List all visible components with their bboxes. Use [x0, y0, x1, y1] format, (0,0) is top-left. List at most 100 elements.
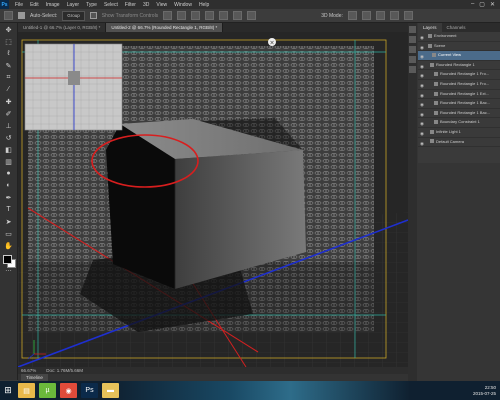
scene-layer-row[interactable]: ◉ Boundary Constraint 1 — [418, 118, 500, 128]
scene-layer-row[interactable]: ◉ Environment — [418, 32, 500, 42]
tab-channels[interactable]: Channels — [442, 23, 471, 32]
scene-layer-label: Infinite Light 1 — [436, 128, 461, 134]
scene-layer-row[interactable]: ◉ Default Camera — [418, 138, 500, 148]
collapsed-panels — [408, 23, 417, 381]
scene-layer-label: Default Camera — [436, 138, 465, 144]
utorrent-icon[interactable]: µ — [39, 383, 56, 398]
scene-layer-row[interactable]: ◉ Rounded Rectangle 1 Ext... — [418, 90, 500, 100]
menu-view[interactable]: View — [156, 2, 167, 8]
character-panel-icon[interactable] — [409, 56, 416, 63]
shape-tool-icon[interactable]: ▭ — [3, 228, 14, 239]
align-center-icon[interactable] — [219, 11, 229, 20]
scene-layer-row[interactable]: ◉ Rounded Rectangle 1 Bac... — [418, 109, 500, 119]
scene-layer-row[interactable]: ◉ Rounded Rectangle 1 Fro... — [418, 80, 500, 90]
align-middle-icon[interactable] — [177, 11, 187, 20]
folder-icon[interactable]: ▬ — [102, 383, 119, 398]
type-tool-icon[interactable]: T — [3, 204, 14, 215]
distribute-icon[interactable] — [247, 11, 257, 20]
3d-panel-icon[interactable] — [409, 46, 416, 53]
eyedropper-tool-icon[interactable]: ⁄ — [3, 84, 14, 95]
scene-layer-row[interactable]: ◉ Current View — [418, 51, 500, 61]
pen-tool-icon[interactable]: ✒ — [3, 192, 14, 203]
tab-untitled-2[interactable]: Untitled-2 @ 66.7% (Rounded Rectangle 1,… — [106, 23, 224, 32]
menu-layer[interactable]: Layer — [67, 2, 80, 8]
scene-layer-label: Boundary Constraint 1 — [440, 119, 480, 125]
zoom-level[interactable]: 66.67% — [21, 368, 36, 373]
3d-pan-icon[interactable] — [375, 11, 385, 20]
scene-layer-row[interactable]: ◉ Rounded Rectangle 1 — [418, 61, 500, 71]
3d-rotate-icon[interactable] — [347, 11, 357, 20]
3d-roll-icon[interactable] — [361, 11, 371, 20]
foreground-color-swatch[interactable] — [3, 255, 12, 264]
align-top-icon[interactable] — [163, 11, 173, 20]
auto-select-dropdown[interactable]: Group — [62, 10, 85, 21]
show-transform-checkbox[interactable] — [89, 12, 97, 19]
document-size: Doc: 1.76M/5.66M — [46, 368, 84, 373]
system-clock[interactable]: 22:50 2015-07-25 — [473, 385, 496, 397]
close-icon[interactable]: ✕ — [490, 1, 495, 8]
move-tool-icon[interactable]: ✥ — [3, 24, 14, 35]
menu-select[interactable]: Select — [104, 2, 118, 8]
chrome-icon[interactable]: ◉ — [60, 383, 77, 398]
gradient-tool-icon[interactable]: ▥ — [3, 156, 14, 167]
3d-slide-icon[interactable] — [389, 11, 399, 20]
align-bottom-icon[interactable] — [191, 11, 201, 20]
history-panel-icon[interactable] — [409, 26, 416, 33]
visibility-eye-icon[interactable]: ◉ — [420, 140, 424, 149]
scene-layer-row[interactable]: ◉ Rounded Rectangle 1 Fro... — [418, 70, 500, 80]
maximize-icon[interactable]: ▢ — [479, 1, 485, 8]
menu-edit[interactable]: Edit — [30, 2, 39, 8]
clone-stamp-tool-icon[interactable]: ⊥ — [3, 120, 14, 131]
crop-tool-icon[interactable]: ⌗ — [3, 72, 14, 83]
windows-taskbar: ⊞ ▤ µ ◉ Ps ▬ 22:50 2015-07-25 — [0, 381, 500, 400]
scene-layer-row[interactable]: ◉ Rounded Rectangle 1 Bac... — [418, 99, 500, 109]
file-explorer-icon[interactable]: ▤ — [18, 383, 35, 398]
tab-layers[interactable]: Layers — [418, 23, 442, 32]
windows-start-icon[interactable]: ⊞ — [0, 381, 16, 400]
layer-type-icon — [434, 120, 438, 125]
scene-layer-label: Rounded Rectangle 1 Bac... — [440, 109, 491, 115]
menu-image[interactable]: Image — [46, 2, 60, 8]
lasso-tool-icon[interactable]: ℓ — [3, 48, 14, 59]
document-canvas[interactable]: × — [18, 32, 408, 367]
path-select-tool-icon[interactable]: ➤ — [3, 216, 14, 227]
options-bar: Auto-Select: Group Show Transform Contro… — [0, 9, 500, 23]
scene-layer-row[interactable]: ◉ Infinite Light 1 — [418, 128, 500, 138]
hand-tool-icon[interactable]: ✋ — [3, 240, 14, 251]
3d-scene[interactable]: × — [18, 32, 408, 367]
3d-scale-icon[interactable] — [403, 11, 413, 20]
menu-filter[interactable]: Filter — [125, 2, 136, 8]
scene-layer-label: Rounded Rectangle 1 Bac... — [440, 100, 491, 106]
secondary-view — [24, 43, 123, 131]
tools-panel: ✥ ⬚ ℓ ✎ ⌗ ⁄ ✚ ✐ ⊥ ↺ ◧ ▥ ● ◐ ✒ T ➤ ▭ ✋ ⌕ … — [0, 23, 18, 380]
menu-3d[interactable]: 3D — [143, 2, 149, 8]
tab-timeline[interactable]: Timeline — [21, 374, 48, 381]
align-right-icon[interactable] — [233, 11, 243, 20]
eraser-tool-icon[interactable]: ◧ — [3, 144, 14, 155]
paragraph-panel-icon[interactable] — [409, 66, 416, 73]
history-brush-tool-icon[interactable]: ↺ — [3, 132, 14, 143]
blur-tool-icon[interactable]: ● — [3, 168, 14, 179]
minimize-icon[interactable]: – — [471, 1, 474, 8]
menu-help[interactable]: Help — [199, 2, 209, 8]
menu-window[interactable]: Window — [174, 2, 192, 8]
tab-untitled-1[interactable]: Untitled-1 @ 66.7% (Layer 0, RGB/8) * — [18, 23, 107, 32]
quick-select-tool-icon[interactable]: ✎ — [3, 60, 14, 71]
align-left-icon[interactable] — [205, 11, 215, 20]
scene-layer-label: Rounded Rectangle 1 Fro... — [440, 80, 490, 86]
marquee-tool-icon[interactable]: ⬚ — [3, 36, 14, 47]
dodge-tool-icon[interactable]: ◐ — [3, 180, 14, 191]
scene-layer-label: Rounded Rectangle 1 Ext... — [440, 90, 489, 96]
menu-type[interactable]: Type — [86, 2, 97, 8]
timeline-bar: Timeline — [18, 374, 408, 381]
auto-select-checkbox[interactable] — [18, 12, 25, 19]
scene-layer-row[interactable]: ◉ Scene — [418, 42, 500, 52]
brush-tool-icon[interactable]: ✐ — [3, 108, 14, 119]
layer-type-icon — [432, 53, 436, 58]
menu-file[interactable]: File — [15, 2, 23, 8]
photoshop-icon[interactable]: Ps — [81, 383, 98, 398]
layer-type-icon — [434, 91, 438, 96]
properties-panel-icon[interactable] — [409, 36, 416, 43]
healing-brush-tool-icon[interactable]: ✚ — [3, 96, 14, 107]
move-tool-icon[interactable] — [4, 11, 13, 20]
